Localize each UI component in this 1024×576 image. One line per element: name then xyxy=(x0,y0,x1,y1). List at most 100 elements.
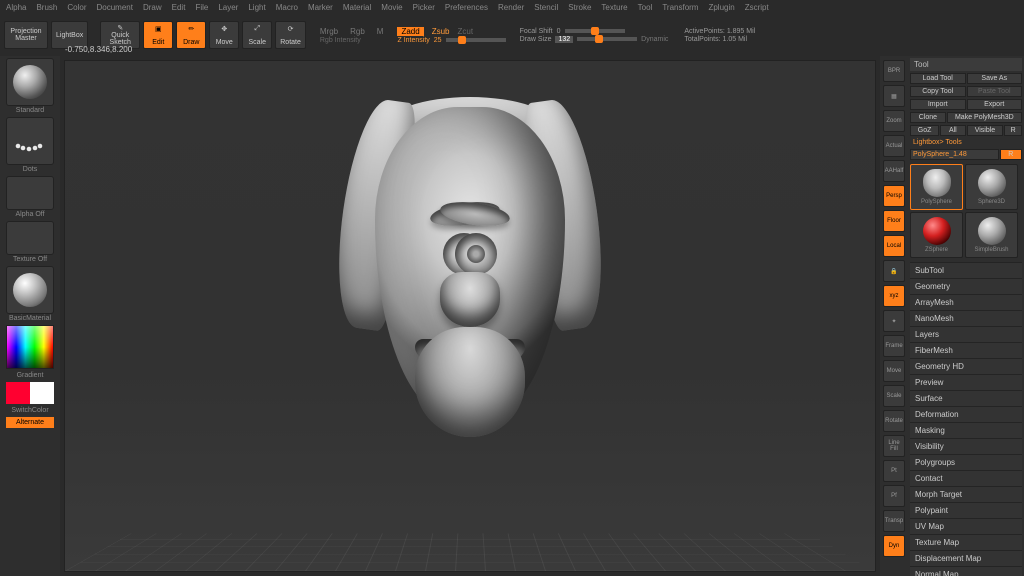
section-polypaint[interactable]: Polypaint xyxy=(910,502,1022,518)
menu-item[interactable]: Document xyxy=(97,3,133,12)
rgb-toggle[interactable]: Rgb xyxy=(350,27,365,36)
section-normal-map[interactable]: Normal Map xyxy=(910,566,1022,576)
bpr-button[interactable]: BPR xyxy=(883,60,905,82)
texture-selector[interactable] xyxy=(6,221,54,255)
paste-tool-button[interactable]: Paste Tool xyxy=(967,86,1023,97)
menu-item[interactable]: Stencil xyxy=(534,3,558,12)
section-subtool[interactable]: SubTool xyxy=(910,262,1022,278)
switchcolor-button[interactable]: SwitchColor xyxy=(11,407,48,414)
section-arraymesh[interactable]: ArrayMesh xyxy=(910,294,1022,310)
aahalf-button[interactable]: AAHalf xyxy=(883,160,905,182)
z-intensity-slider[interactable]: Z Intensity 25 xyxy=(397,37,505,44)
menu-item[interactable]: Color xyxy=(67,3,86,12)
tool-thumb-simplebrush[interactable]: SimpleBrush xyxy=(965,212,1018,258)
alternate-button[interactable]: Alternate xyxy=(6,417,54,428)
menu-item[interactable]: Render xyxy=(498,3,524,12)
tool-thumb-sphere3d[interactable]: Sphere3D xyxy=(965,164,1018,210)
color-swatches[interactable] xyxy=(6,382,54,404)
dyn-button[interactable]: Dyn xyxy=(883,535,905,557)
section-preview[interactable]: Preview xyxy=(910,374,1022,390)
linefill-button[interactable]: Line Fill xyxy=(883,435,905,457)
move-button[interactable]: ✥Move xyxy=(209,21,239,49)
menu-item[interactable]: Tool xyxy=(638,3,653,12)
section-texture-map[interactable]: Texture Map xyxy=(910,534,1022,550)
sculpt-model[interactable] xyxy=(335,107,605,487)
color-picker[interactable] xyxy=(6,325,54,369)
xpose-button[interactable]: ✦ xyxy=(883,310,905,332)
draw-button[interactable]: ✏Draw xyxy=(176,21,206,49)
viewport[interactable]: -0.750,8.346,8.200 xyxy=(64,60,876,572)
goz-all-button[interactable]: All xyxy=(940,125,965,136)
section-deformation[interactable]: Deformation xyxy=(910,406,1022,422)
section-displacement-map[interactable]: Displacement Map xyxy=(910,550,1022,566)
xyz-button[interactable]: xyz xyxy=(883,285,905,307)
menu-item[interactable]: Zplugin xyxy=(708,3,734,12)
menu-item[interactable]: Transform xyxy=(662,3,698,12)
zadd-toggle[interactable]: Zadd xyxy=(397,27,423,36)
scale-button[interactable]: ⤢Scale xyxy=(242,21,272,49)
load-tool-button[interactable]: Load Tool xyxy=(910,73,966,84)
import-button[interactable]: Import xyxy=(910,99,966,110)
scale-button[interactable]: Scale xyxy=(883,385,905,407)
menu-item[interactable]: Stroke xyxy=(568,3,591,12)
menu-item[interactable]: Preferences xyxy=(445,3,488,12)
m-toggle[interactable]: M xyxy=(377,27,384,36)
stroke-selector[interactable] xyxy=(6,117,54,165)
tool-r-button[interactable]: R xyxy=(1000,149,1023,160)
transp-button[interactable]: Transp xyxy=(883,510,905,532)
persp-button[interactable]: Persp xyxy=(883,185,905,207)
section-uv-map[interactable]: UV Map xyxy=(910,518,1022,534)
menu-item[interactable]: Movie xyxy=(381,3,402,12)
menu-item[interactable]: Picker xyxy=(413,3,435,12)
section-surface[interactable]: Surface xyxy=(910,390,1022,406)
menu-item[interactable]: Brush xyxy=(36,3,57,12)
zsub-toggle[interactable]: Zsub xyxy=(432,27,450,36)
pf-button[interactable]: Pf xyxy=(883,485,905,507)
rotate-button[interactable]: ⟳Rotate xyxy=(275,21,306,49)
mrgb-toggle[interactable]: Mrgb xyxy=(320,27,338,36)
section-nanomesh[interactable]: NanoMesh xyxy=(910,310,1022,326)
zcut-toggle[interactable]: Zcut xyxy=(458,27,474,36)
scroll-button[interactable]: ▦ xyxy=(883,85,905,107)
goz-button[interactable]: GoZ xyxy=(910,125,939,136)
alpha-selector[interactable] xyxy=(6,176,54,210)
make-polymesh-button[interactable]: Make PolyMesh3D xyxy=(947,112,1022,123)
tool-panel-header[interactable]: Tool xyxy=(910,58,1022,71)
section-visibility[interactable]: Visibility xyxy=(910,438,1022,454)
focal-shift-slider[interactable]: Focal Shift0 xyxy=(520,28,669,35)
gradient-label[interactable]: Gradient xyxy=(17,372,44,379)
copy-tool-button[interactable]: Copy Tool xyxy=(910,86,966,97)
material-selector[interactable] xyxy=(6,266,54,314)
goz-r-button[interactable]: R xyxy=(1004,125,1022,136)
section-geometry-hd[interactable]: Geometry HD xyxy=(910,358,1022,374)
section-morph-target[interactable]: Morph Target xyxy=(910,486,1022,502)
section-masking[interactable]: Masking xyxy=(910,422,1022,438)
frame-button[interactable]: Frame xyxy=(883,335,905,357)
projection-master-button[interactable]: Projection Master xyxy=(4,21,48,49)
menu-item[interactable]: Material xyxy=(343,3,371,12)
lock-button[interactable]: 🔒 xyxy=(883,260,905,282)
edit-button[interactable]: ▣Edit xyxy=(143,21,173,49)
save-as-button[interactable]: Save As xyxy=(967,73,1023,84)
menu-item[interactable]: Texture xyxy=(601,3,627,12)
menu-item[interactable]: Edit xyxy=(172,3,186,12)
section-fibermesh[interactable]: FiberMesh xyxy=(910,342,1022,358)
menu-item[interactable]: Zscript xyxy=(745,3,769,12)
section-geometry[interactable]: Geometry xyxy=(910,278,1022,294)
actual-button[interactable]: Actual xyxy=(883,135,905,157)
section-polygroups[interactable]: Polygroups xyxy=(910,454,1022,470)
section-contact[interactable]: Contact xyxy=(910,470,1022,486)
rotate-button[interactable]: Rotate xyxy=(883,410,905,432)
section-layers[interactable]: Layers xyxy=(910,326,1022,342)
tool-thumb-zsphere[interactable]: ZSphere xyxy=(910,212,963,258)
menu-item[interactable]: File xyxy=(195,3,208,12)
menu-item[interactable]: Layer xyxy=(218,3,238,12)
clone-button[interactable]: Clone xyxy=(910,112,946,123)
draw-size-slider[interactable]: Draw Size132Dynamic xyxy=(520,36,669,43)
lightbox-tools-link[interactable]: Lightbox> Tools xyxy=(910,138,1022,147)
move-button[interactable]: Move xyxy=(883,360,905,382)
export-button[interactable]: Export xyxy=(967,99,1023,110)
menu-item[interactable]: Marker xyxy=(308,3,333,12)
menu-item[interactable]: Alpha xyxy=(6,3,26,12)
brush-selector[interactable] xyxy=(6,58,54,106)
